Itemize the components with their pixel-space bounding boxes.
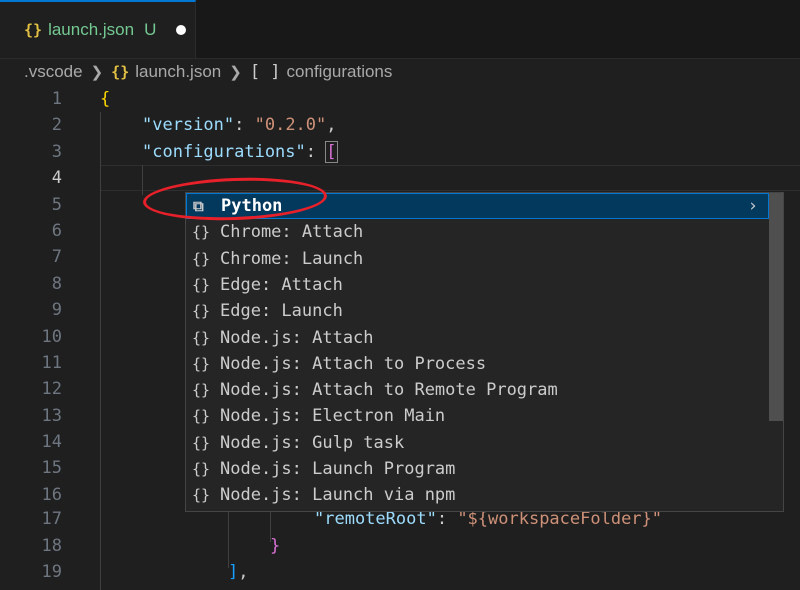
tab-bar: {} launch.json U <box>0 0 800 59</box>
line-number: 18 <box>41 536 62 556</box>
suggestion-label: Node.js: Launch Program <box>220 459 456 479</box>
line-number: 9 <box>51 300 62 320</box>
breadcrumb-folder[interactable]: .vscode <box>24 62 83 82</box>
line-number: 3 <box>51 142 62 162</box>
line-number: 13 <box>41 406 62 426</box>
line-number: 6 <box>51 221 62 241</box>
suggestion-label: Node.js: Gulp task <box>220 432 405 453</box>
suggestion-item[interactable]: {} Edge: Launch <box>186 298 769 324</box>
json-braces-icon: {} <box>192 302 211 321</box>
code-line-2: "version": "0.2.0", <box>142 115 337 135</box>
suggestion-label: Node.js: Attach <box>220 327 374 348</box>
json-braces-icon: {} <box>192 275 211 294</box>
line-number: 4 <box>51 168 62 188</box>
suggestion-label: Node.js: Attach to Remote Program <box>220 380 558 401</box>
chevron-right-icon: ❯ <box>229 64 242 81</box>
line-number: 1 <box>51 89 62 109</box>
array-icon: [ ] <box>249 62 281 82</box>
json-braces-icon: {} <box>192 486 211 505</box>
code-line-18: } <box>270 536 281 556</box>
suggestion-label: Edge: Attach <box>220 274 343 295</box>
line-number: 15 <box>41 458 62 478</box>
json-braces-icon: {} <box>24 21 43 39</box>
suggestion-item[interactable]: {} Edge: Attach <box>186 272 769 298</box>
suggestion-item[interactable]: {} Node.js: Electron Main <box>186 403 769 429</box>
git-status-badge: U <box>144 20 157 39</box>
breadcrumb: .vscode ❯ {} launch.json ❯ [ ] configura… <box>0 58 800 86</box>
suggestion-item[interactable]: {} Node.js: Gulp task <box>186 430 769 456</box>
json-braces-icon: {} <box>192 381 211 400</box>
suggestion-item[interactable]: {} Chrome: Launch <box>186 246 769 272</box>
unsaved-dot-icon[interactable] <box>176 25 187 35</box>
chevron-right-icon: ❯ <box>90 64 104 81</box>
line-number: 19 <box>41 562 62 582</box>
suggestion-label: Node.js: Launch via npm <box>220 485 456 506</box>
json-braces-icon: {} <box>111 63 130 81</box>
code-line-1: { <box>100 89 111 109</box>
suggestion-label: Chrome: Attach <box>220 222 364 243</box>
suggestion-label: Node.js: Attach to Process <box>220 353 487 374</box>
chevron-right-icon[interactable]: › <box>748 193 758 219</box>
code-line-19: ], <box>228 562 249 582</box>
line-number: 12 <box>41 379 62 399</box>
suggestion-item[interactable]: {} Node.js: Attach <box>186 325 769 351</box>
tab-filename: launch.json <box>48 20 135 39</box>
json-braces-icon: {} <box>192 328 211 347</box>
suggestion-item[interactable]: {} Node.js: Attach to Process <box>186 351 769 377</box>
line-number: 16 <box>41 485 62 505</box>
suggestion-label: Edge: Launch <box>220 301 343 322</box>
suggestion-item[interactable]: {} Node.js: Launch via npm <box>186 482 769 508</box>
json-braces-icon: {} <box>192 249 211 268</box>
suggestion-scrollbar[interactable] <box>769 193 783 421</box>
indent-guide <box>100 112 101 590</box>
suggestion-item[interactable]: {} Chrome: Attach <box>186 219 769 245</box>
suggestion-item[interactable]: {} Node.js: Launch Program <box>186 456 769 482</box>
suggestion-label: Node.js: Electron Main <box>220 406 446 427</box>
line-number: 7 <box>51 247 62 267</box>
breadcrumb-symbol[interactable]: configurations <box>287 62 393 82</box>
line-number: 11 <box>41 353 62 373</box>
line-number: 8 <box>51 274 62 294</box>
line-number: 5 <box>51 195 62 215</box>
tab-launch-json[interactable]: {} launch.json U <box>0 0 196 58</box>
json-braces-icon: {} <box>192 433 211 452</box>
line-number: 17 <box>41 509 62 529</box>
suggestion-label: Chrome: Launch <box>220 248 364 269</box>
breadcrumb-file[interactable]: launch.json <box>135 62 221 82</box>
json-braces-icon: {} <box>192 354 211 373</box>
line-number: 10 <box>41 327 62 347</box>
indent-guide <box>142 165 143 195</box>
line-number: 2 <box>51 115 62 135</box>
json-braces-icon: {} <box>192 223 211 242</box>
suggestion-item[interactable]: {} Node.js: Attach to Remote Program <box>186 377 769 403</box>
suggestion-widget: ⧉ Python ›{} Chrome: Attach{} Chrome: Launch… <box>185 192 784 512</box>
json-braces-icon: {} <box>192 460 211 478</box>
code-line-3: "configurations": [ <box>142 141 338 163</box>
line-number: 14 <box>41 432 62 452</box>
json-braces-icon: {} <box>192 407 211 426</box>
